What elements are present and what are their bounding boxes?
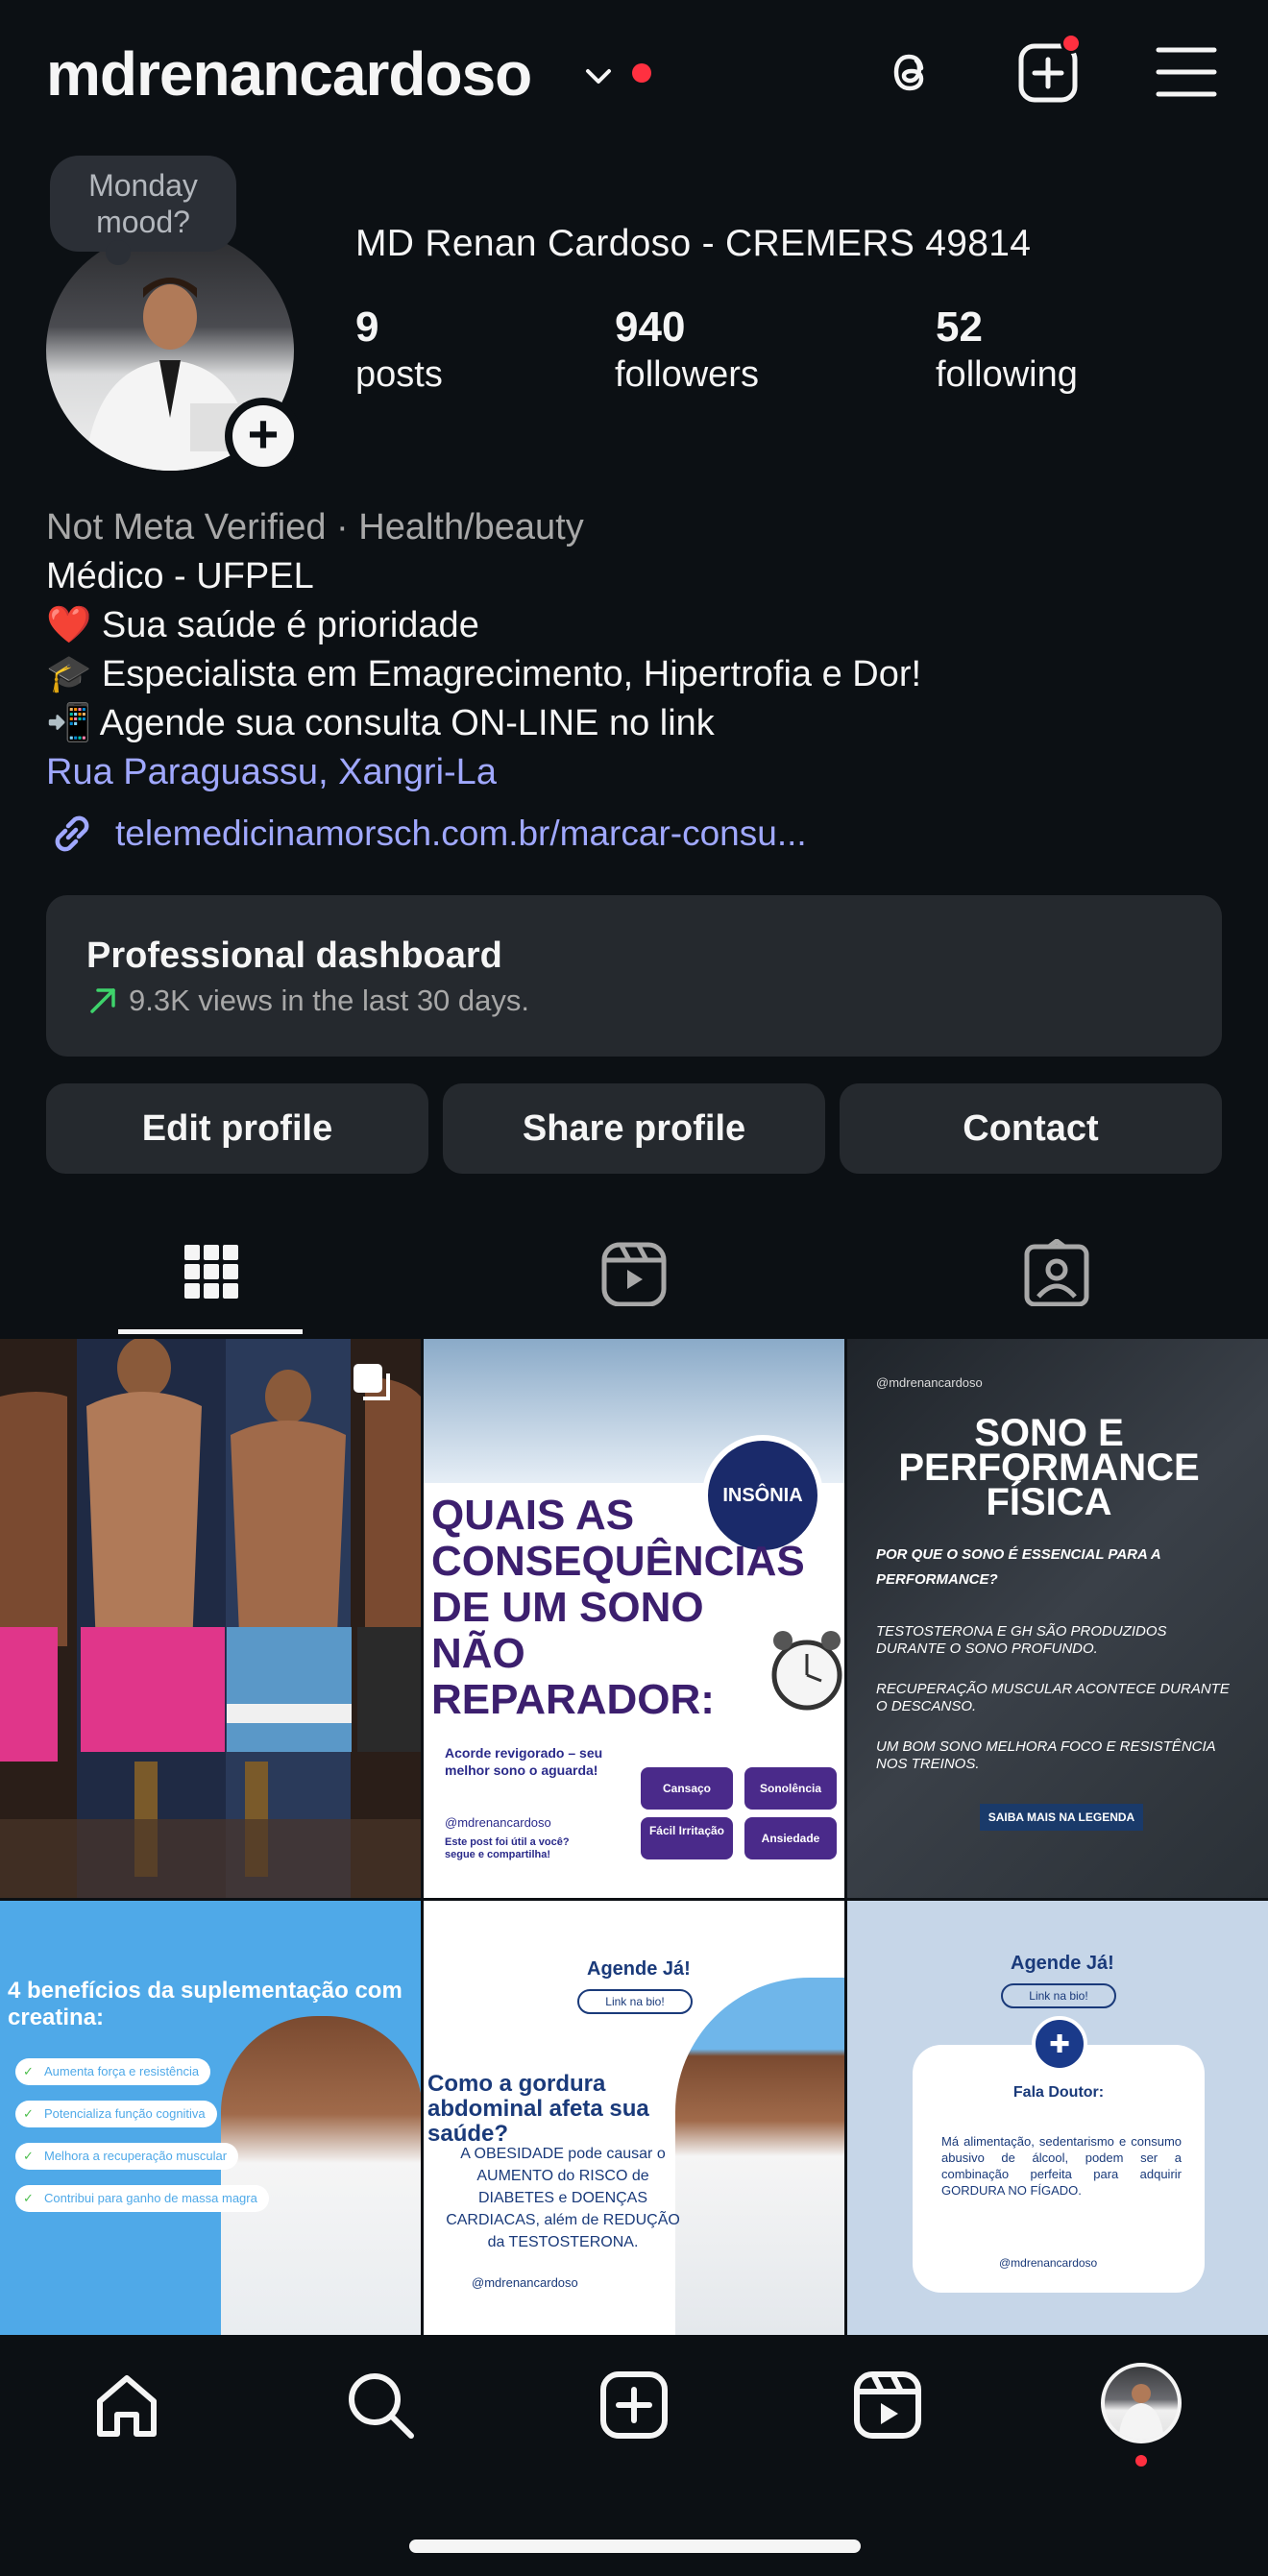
symptom-tag: Ansiedade: [744, 1817, 837, 1859]
post-headline: Fala Doutor:: [1012, 2084, 1105, 2101]
followers-stat[interactable]: 940 followers: [615, 304, 759, 398]
post-headline: Como a gordura abdominal afeta sua saúde…: [427, 2071, 649, 2147]
symptom-tag: Cansaço: [641, 1767, 733, 1810]
benefit-pill: Aumenta força e resistência: [15, 2058, 211, 2085]
post-handle: @mdrenancardoso: [445, 1815, 551, 1830]
medical-cross-icon: ✚: [1032, 2016, 1087, 2072]
profile-header: mdrenancardoso: [0, 0, 1268, 144]
post-bullet: UM BOM SONO MELHORA FOCO E RESISTÊNCIA N…: [876, 1738, 1216, 1772]
post-thumbnail-3[interactable]: @mdrenancardoso SONO E PERFORMANCE FÍSIC…: [847, 1339, 1268, 1898]
share-profile-button[interactable]: Share profile: [443, 1083, 825, 1174]
post-bullet: TESTOSTERONA E GH SÃO PRODUZIDOS DURANTE…: [876, 1623, 1167, 1657]
post-footer: Este post foi útil a você? segue e compa…: [445, 1836, 570, 1860]
benefit-pill: Contribui para ganho de massa magra: [15, 2185, 269, 2212]
bio-line: ❤️ Sua saúde é prioridade: [46, 605, 479, 645]
post-subtitle: Acorde revigorado – seu melhor sono o ag…: [445, 1745, 603, 1778]
menu-icon[interactable]: [1153, 38, 1220, 106]
followers-count: 940: [615, 304, 686, 351]
posts-count: 9: [355, 304, 379, 351]
link-in-bio-pill: Link na bio!: [577, 1989, 693, 2014]
create-icon[interactable]: [596, 2367, 672, 2443]
dashboard-title: Professional dashboard: [86, 936, 502, 976]
symptom-tag: Fácil Irritação: [641, 1817, 733, 1859]
post-thumbnail-4[interactable]: 4 benefícios da suplementação com creati…: [0, 1901, 421, 2335]
post-question: POR QUE O SONO É ESSENCIAL PARA A PERFOR…: [876, 1546, 1161, 1588]
posts-stat[interactable]: 9 posts: [355, 304, 443, 398]
post-card: ✚ Fala Doutor: Má alimentação, sedentari…: [913, 2016, 1205, 2293]
avatar-photo: [1118, 2384, 1164, 2440]
home-icon[interactable]: [88, 2367, 165, 2443]
link-in-bio-pill: Link na bio!: [1001, 1983, 1116, 2008]
post-cta-title: Agende Já!: [1011, 1953, 1114, 1974]
profile-full-name: MD Renan Cardoso - CREMERS 49814: [355, 223, 1032, 264]
post-handle: @mdrenancardoso: [999, 2256, 1098, 2270]
post-thumbnail-2[interactable]: INSÔNIA QUAIS AS CONSEQUÊNCIAS DE UM SON…: [424, 1339, 844, 1898]
link-icon: [55, 815, 89, 852]
post-handle: @mdrenancardoso: [472, 2275, 578, 2290]
profile-bio: Not Meta Verified · Health/beauty Médico…: [46, 503, 1228, 797]
profile-notification-dot: [1135, 2455, 1147, 2467]
alarm-clock-icon: [771, 1631, 842, 1711]
post-headline: QUAIS AS CONSEQUÊNCIAS DE UM SONO NÃO RE…: [431, 1492, 805, 1723]
website-url: telemedicinamorsch.com.br/marcar-consu..…: [115, 814, 807, 853]
post-body: Má alimentação, sedentarismo e consumo a…: [941, 2134, 1182, 2198]
following-stat[interactable]: 52 following: [936, 304, 1078, 398]
website-link[interactable]: telemedicinamorsch.com.br/marcar-consu..…: [46, 805, 807, 863]
benefit-pill: Melhora a recuperação muscular: [15, 2143, 239, 2170]
carousel-icon: [354, 1364, 390, 1400]
benefit-pill: Potencializa função cognitiva: [15, 2101, 217, 2127]
post-headline: SONO E PERFORMANCE FÍSICA: [898, 1412, 1200, 1523]
reels-icon: [601, 1242, 667, 1306]
post-thumbnail-1[interactable]: [0, 1339, 421, 1898]
grid-icon: [184, 1245, 238, 1299]
profile-category: Not Meta Verified · Health/beauty: [46, 507, 584, 547]
grid-tab[interactable]: [0, 1220, 423, 1335]
profile-note-bubble[interactable]: Monday mood?: [50, 156, 236, 265]
bodybuilders-photo: [0, 1339, 421, 1898]
following-count: 52: [936, 304, 983, 351]
edit-profile-button[interactable]: Edit profile: [46, 1083, 428, 1174]
profile-avatar-tab[interactable]: [1101, 2363, 1182, 2443]
home-indicator: [409, 2540, 861, 2553]
dashboard-views: 9.3K views in the last 30 days.: [129, 984, 530, 1017]
post-body: A OBESIDADE pode causar o AUMENTO do RIS…: [446, 2146, 680, 2250]
reels-icon[interactable]: [849, 2367, 926, 2443]
symptom-tag: Sonolência: [744, 1767, 837, 1810]
post-thumbnail-6[interactable]: Agende Já! Link na bio! ✚ Fala Doutor: M…: [847, 1901, 1268, 2335]
active-tab-indicator: [118, 1329, 303, 1334]
bio-line: 📲 Agende sua consulta ON-LINE no link: [46, 703, 715, 743]
post-headline: 4 benefícios da suplementação com creati…: [8, 1978, 402, 2030]
location-link[interactable]: Rua Paraguassu, Xangri-La: [46, 748, 1228, 797]
contact-button[interactable]: Contact: [840, 1083, 1222, 1174]
posts-label: posts: [355, 354, 443, 395]
post-cta-title: Agende Já!: [587, 1958, 691, 1980]
plus-icon: +: [232, 405, 294, 467]
doctor-photo: [675, 1978, 844, 2335]
post-thumbnail-5[interactable]: Agende Já! Link na bio! Como a gordura a…: [424, 1901, 844, 2335]
dashboard-subtitle: 9.3K views in the last 30 days.: [86, 984, 529, 1018]
bio-line: Médico - UFPEL: [46, 556, 314, 596]
chevron-down-icon[interactable]: [582, 60, 615, 92]
create-notification-dot: [1061, 33, 1082, 54]
trend-up-icon: [90, 988, 115, 1013]
bio-line: 🎓 Especialista em Emagrecimento, Hipertr…: [46, 654, 922, 694]
following-label: following: [936, 354, 1078, 395]
username-title[interactable]: mdrenancardoso: [46, 38, 532, 109]
search-icon[interactable]: [342, 2367, 419, 2443]
tagged-tab[interactable]: [845, 1220, 1268, 1335]
post-bullet: RECUPERAÇÃO MUSCULAR ACONTECE DURANTE O …: [876, 1681, 1230, 1714]
threads-icon[interactable]: [876, 38, 943, 106]
doctor-photo: [221, 2016, 421, 2335]
professional-dashboard[interactable]: Professional dashboard 9.3K views in the…: [46, 895, 1222, 1057]
account-notification-dot: [632, 63, 651, 83]
tagged-icon: [1024, 1239, 1089, 1306]
post-cta: SAIBA MAIS NA LEGENDA: [980, 1804, 1143, 1831]
reels-tab[interactable]: [423, 1220, 845, 1335]
followers-label: followers: [615, 354, 759, 395]
post-handle: @mdrenancardoso: [876, 1375, 983, 1390]
add-story-button[interactable]: +: [225, 398, 302, 474]
